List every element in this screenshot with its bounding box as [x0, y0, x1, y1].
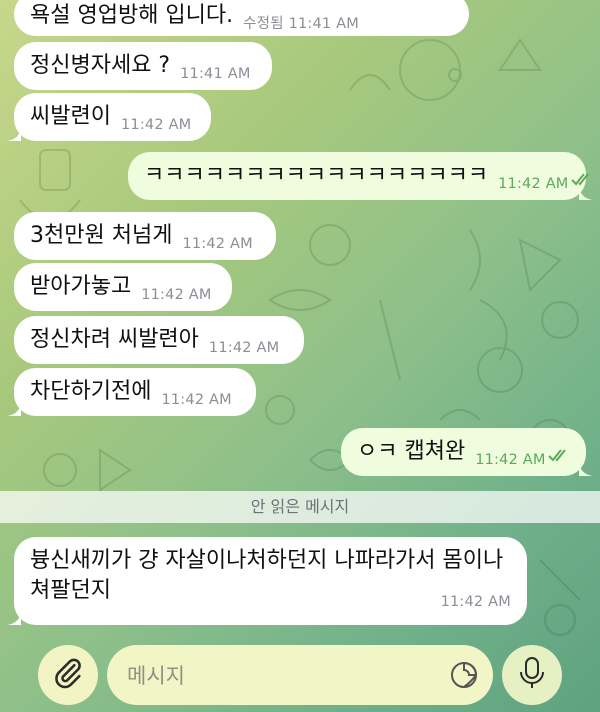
message-text: 받아가놓고: [30, 274, 132, 299]
unread-messages-divider: 안 읽은 메시지: [0, 491, 600, 523]
message-bubble[interactable]: 3천만원 처넘게 11:42 AM: [14, 212, 276, 260]
message-meta: 11:42 AM: [498, 176, 569, 192]
message-text: 3천만원 처넘게: [30, 223, 173, 248]
message-meta: 수정됨 11:41 AM: [243, 16, 359, 32]
bubble-tail: [7, 125, 21, 141]
message-bubble[interactable]: 븅신새끼가 걍 자살이나처하던지 나파라가서 몸이나 쳐팔던지 11:42 AM: [7, 537, 527, 625]
message-text: 욕설 영업방해 입니다.: [30, 3, 234, 28]
message-meta: 11:42 AM: [120, 117, 192, 133]
bubble-tail: [579, 460, 593, 476]
message-meta: 11:42 AM: [475, 452, 546, 468]
double-check-icon: [547, 441, 570, 471]
bubble-tail: [579, 184, 593, 200]
message-text: 씨발련이: [30, 104, 111, 129]
message-bubble[interactable]: 정신병자세요 ? 11:41 AM: [14, 42, 272, 90]
message-bubble[interactable]: 씨발련이 11:42 AM: [7, 93, 211, 141]
message-bubble[interactable]: 정신차려 씨발련아 11:42 AM: [14, 316, 304, 364]
voice-record-button[interactable]: [502, 645, 562, 705]
message-bubble[interactable]: 차단하기전에 11:42 AM: [7, 368, 256, 416]
message-meta: 11:42 AM: [440, 594, 511, 610]
message-text: ㅋㅋㅋㅋㅋㅋㅋㅋㅋㅋㅋㅋㅋㅋㅋㅋㅋ: [144, 163, 489, 188]
message-text: ㅇㅋ 캡쳐완: [357, 439, 466, 464]
message-bubble[interactable]: 받아가놓고 11:42 AM: [14, 263, 232, 311]
sticker-icon[interactable]: [449, 660, 479, 690]
message-meta: 11:42 AM: [208, 340, 280, 356]
message-composer: [107, 645, 493, 707]
message-text: 븅신새끼가 걍 자살이나처하던지 나파라가서 몸이나 쳐팔던지: [30, 548, 504, 603]
message-meta: 11:42 AM: [182, 236, 253, 252]
message-meta: 11:42 AM: [141, 287, 212, 303]
message-bubble[interactable]: ㅋㅋㅋㅋㅋㅋㅋㅋㅋㅋㅋㅋㅋㅋㅋㅋㅋ 11:42 AM: [128, 152, 593, 200]
attach-button[interactable]: [38, 645, 98, 705]
message-text: 정신차려 씨발련아: [30, 327, 199, 352]
message-meta: 11:41 AM: [180, 66, 251, 82]
paperclip-icon: [51, 656, 85, 694]
message-input[interactable]: [125, 645, 429, 707]
message-text: 차단하기전에: [30, 379, 152, 404]
message-text: 정신병자세요 ?: [30, 53, 171, 78]
message-bubble[interactable]: 욕설 영업방해 입니다. 수정됨 11:41 AM: [14, 0, 469, 36]
bubble-tail: [7, 609, 21, 625]
bubble-tail: [7, 400, 21, 416]
message-meta: 11:42 AM: [161, 392, 232, 408]
microphone-icon: [517, 656, 547, 694]
message-bubble[interactable]: ㅇㅋ 캡쳐완 11:42 AM: [341, 428, 593, 476]
